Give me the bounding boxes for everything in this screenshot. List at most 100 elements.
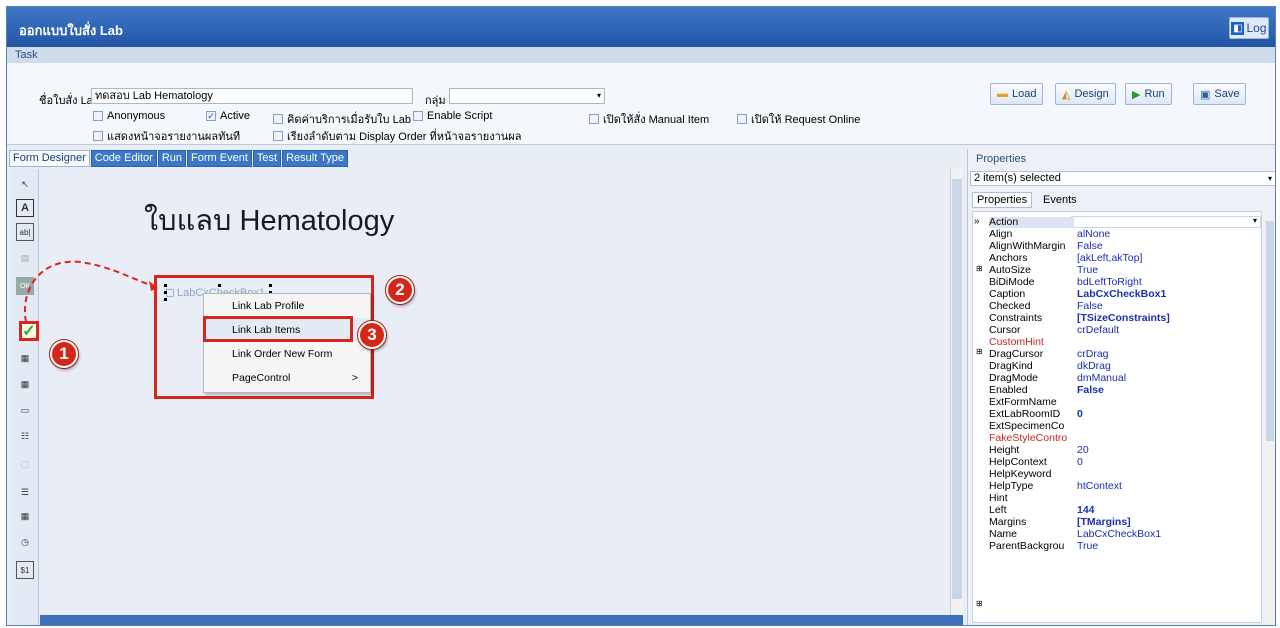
pointer-icon[interactable]: ↖ — [16, 175, 34, 193]
property-row[interactable]: Cursor crDefault — [989, 325, 1269, 336]
memo-tool-icon[interactable]: ▤ — [16, 249, 34, 267]
checkbox-show-result-screen[interactable]: แสดงหน้าจอรายงานผลทันที — [93, 127, 240, 145]
tab-properties[interactable]: Properties — [972, 192, 1033, 208]
tab-code-editor[interactable]: Code Editor — [90, 150, 157, 167]
currency-tool-icon[interactable]: $1 — [16, 561, 34, 579]
property-row[interactable]: BiDiMode bdLeftToRight — [989, 277, 1269, 288]
checkbox-request-online[interactable]: เปิดให้ Request Online — [737, 110, 860, 128]
combobox-tool-icon[interactable]: ▦ — [16, 375, 34, 393]
canvas-vertical-scrollbar[interactable] — [950, 169, 963, 615]
property-row[interactable]: Anchors [akLeft,akTop] — [989, 253, 1269, 264]
property-value: htContext — [1077, 480, 1122, 492]
property-row[interactable]: Name LabCxCheckBox1 — [989, 529, 1269, 540]
property-row[interactable]: Constraints [TSizeConstraints] — [989, 313, 1269, 324]
property-name: CustomHint — [989, 337, 1044, 348]
checkbox-enable-script[interactable]: Enable Script — [413, 110, 492, 122]
design-button[interactable]: ◭ Design — [1055, 83, 1116, 105]
property-row[interactable]: CustomHint — [989, 337, 1269, 348]
play-icon: ▶ — [1132, 88, 1141, 101]
menu-item-link-lab-profile[interactable]: Link Lab Profile — [204, 294, 370, 318]
property-name: ParentBackgrou — [989, 541, 1065, 552]
property-name: HelpContext — [989, 457, 1047, 468]
property-row[interactable]: DragKind dkDrag — [989, 361, 1269, 372]
groupbox-tool-icon[interactable]: ▢ — [16, 455, 34, 473]
property-row[interactable]: Enabled False — [989, 385, 1269, 396]
property-value: False — [1077, 384, 1104, 396]
property-row[interactable]: ExtFormName — [989, 397, 1269, 408]
calendar-tool-icon[interactable]: ▦ — [16, 507, 34, 525]
property-row[interactable]: HelpType htContext — [989, 481, 1269, 492]
highlight-box-link-lab-items — [203, 316, 353, 342]
grid-tool-icon[interactable]: ☰ — [16, 483, 34, 501]
expand-icon[interactable]: ⊞ — [976, 347, 983, 356]
property-name: HelpType — [989, 481, 1034, 492]
tab-run[interactable]: Run — [157, 150, 187, 167]
tab-result-type[interactable]: Result Type — [282, 150, 348, 167]
canvas-horizontal-scrollbar[interactable] — [40, 615, 963, 625]
properties-panel: Properties 2 item(s) selected ▾ Propertie… — [967, 149, 1275, 625]
lab-form-name-input[interactable]: ทดสอบ Lab Hematology — [91, 88, 413, 104]
property-row[interactable]: Height 20 — [989, 445, 1269, 456]
property-row[interactable]: HelpKeyword — [989, 469, 1269, 480]
scroll-thumb[interactable] — [952, 179, 962, 599]
scroll-thumb[interactable] — [1266, 221, 1274, 441]
log-button[interactable]: ◧ Log — [1229, 17, 1269, 39]
checkbox-manual-item[interactable]: เปิดให้สั่ง Manual Item — [589, 110, 709, 128]
panel-tool-icon[interactable]: ▭ — [16, 401, 34, 419]
group-select[interactable]: ▾ — [449, 88, 605, 104]
checkbox-active[interactable]: ✓ Active — [206, 110, 250, 122]
property-row[interactable]: Margins [TMargins] — [989, 517, 1269, 528]
property-name: Checked — [989, 301, 1031, 312]
task-menu[interactable]: Task — [7, 47, 1275, 63]
property-name: BiDiMode — [989, 277, 1035, 288]
checkbox-anonymous[interactable]: Anonymous — [93, 110, 165, 122]
property-row[interactable]: Hint — [989, 493, 1269, 504]
property-row[interactable]: Left 144 — [989, 505, 1269, 516]
property-row[interactable]: ExtLabRoomID 0 — [989, 409, 1269, 420]
property-row[interactable]: DragMode dmManual — [989, 373, 1269, 384]
selection-combo[interactable]: 2 item(s) selected ▾ — [970, 171, 1275, 186]
property-grid[interactable]: » ▾ ⊞ ⊞ ⊞ Action Align alNone AlignWithMarg… — [972, 211, 1262, 623]
expand-icon[interactable]: ⊞ — [976, 264, 983, 273]
checkbox-charge-on-receive[interactable]: คิดค่าบริการเมื่อรับใบ Lab — [273, 110, 411, 128]
property-name: AlignWithMargin — [989, 241, 1066, 252]
step-badge-2: 2 — [386, 276, 414, 304]
double-chevron-icon: » — [974, 216, 980, 227]
checkbox-box — [273, 131, 283, 141]
menu-item-link-order-new-form[interactable]: Link Order New Form — [204, 342, 370, 366]
property-row[interactable]: Action — [989, 217, 1269, 228]
property-row[interactable]: Checked False — [989, 301, 1269, 312]
menu-item-pagecontrol[interactable]: PageControl > — [204, 366, 370, 390]
property-row[interactable]: AutoSize True — [989, 265, 1269, 276]
properties-scrollbar[interactable] — [1265, 211, 1275, 623]
property-value: [TMargins] — [1077, 516, 1131, 528]
expand-icon[interactable]: ⊞ — [976, 599, 983, 608]
button-tool-icon[interactable]: OK — [16, 277, 34, 295]
tab-form-event[interactable]: Form Event — [187, 150, 252, 167]
property-name: Cursor — [989, 325, 1021, 336]
run-button[interactable]: ▶ Run — [1125, 83, 1172, 105]
property-row[interactable]: ExtSpecimenCo — [989, 421, 1269, 432]
checkbox-sort-display-order[interactable]: เรียงลำดับตาม Display Order ที่หน้าจอราย… — [273, 127, 522, 145]
designer-tabs: Form Designer Code Editor Run Form Event… — [9, 149, 961, 167]
property-row[interactable]: HelpContext 0 — [989, 457, 1269, 468]
property-name: Margins — [989, 517, 1027, 528]
property-row[interactable]: ParentBackgrou True — [989, 541, 1269, 552]
load-button[interactable]: ▬ Load — [990, 83, 1044, 105]
label-tool-icon[interactable]: A — [16, 199, 34, 217]
tab-events[interactable]: Events — [1040, 193, 1080, 207]
listbox-tool-icon[interactable]: ▦ — [16, 349, 34, 367]
edit-tool-icon[interactable]: ab| — [16, 223, 34, 241]
tab-form-designer[interactable]: Form Designer — [9, 150, 90, 167]
radiogroup-tool-icon[interactable]: ☷ — [16, 427, 34, 445]
tab-test[interactable]: Test — [252, 150, 282, 167]
property-row[interactable]: Caption LabCxCheckBox1 — [989, 289, 1269, 300]
property-row[interactable]: Align alNone — [989, 229, 1269, 240]
property-value: 0 — [1077, 456, 1083, 468]
save-button[interactable]: ▣ Save — [1193, 83, 1247, 105]
property-row[interactable]: AlignWithMargin False — [989, 241, 1269, 252]
checkbox-tool-icon[interactable]: ✓ — [19, 321, 39, 341]
timer-tool-icon[interactable]: ◷ — [16, 533, 34, 551]
property-row[interactable]: FakeStyleContro — [989, 433, 1269, 444]
property-row[interactable]: DragCursor crDrag — [989, 349, 1269, 360]
